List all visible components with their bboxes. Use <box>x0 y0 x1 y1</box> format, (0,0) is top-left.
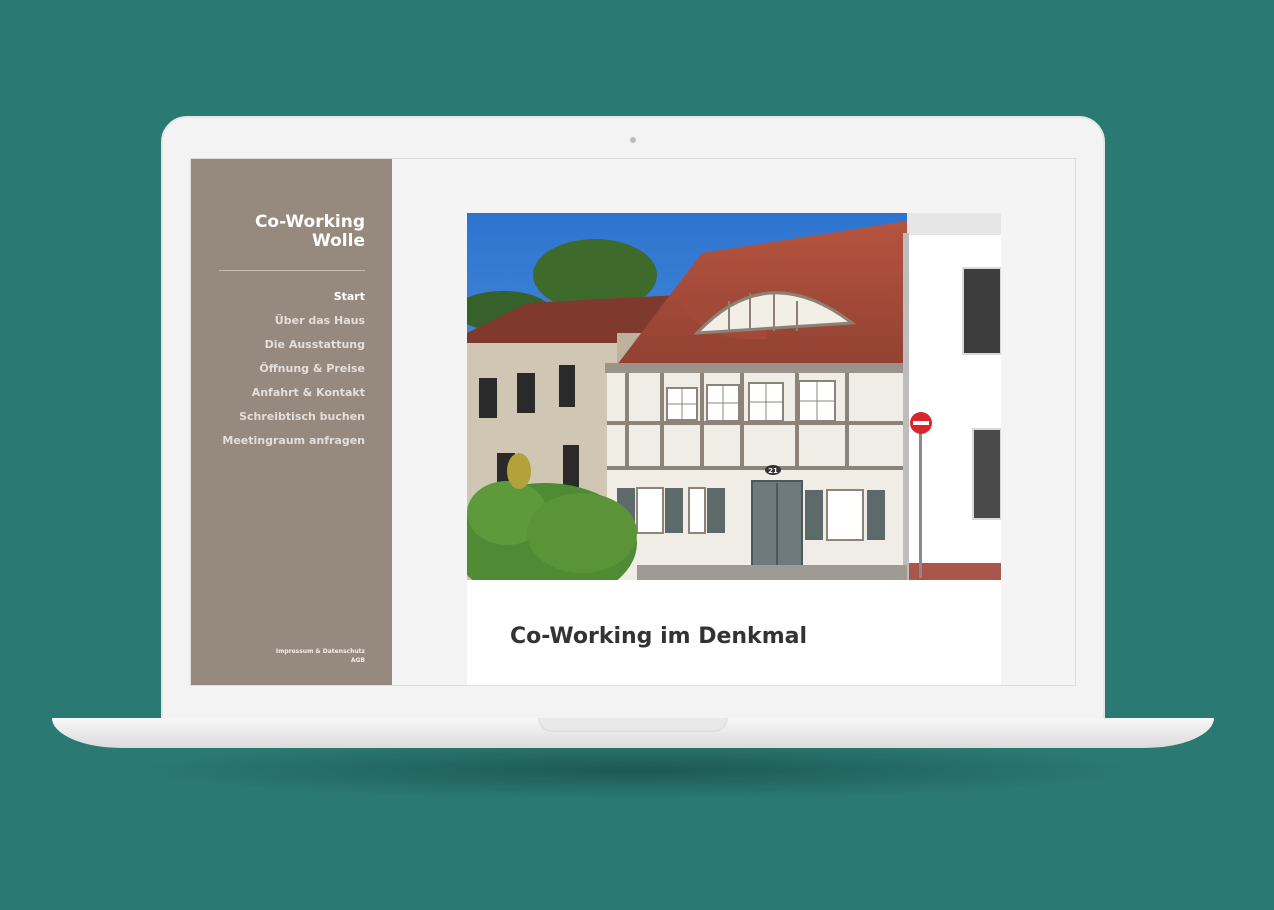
nav-item-meetingraum-anfragen[interactable]: Meetingraum anfragen <box>195 434 365 458</box>
nav-item-ausstattung[interactable]: Die Ausstattung <box>195 338 365 362</box>
footer-link-agb[interactable]: AGB <box>195 656 365 665</box>
sidebar: Co-Working Wolle Start Über das Haus Die… <box>191 159 392 685</box>
brand-line-2: Wolle <box>311 231 365 251</box>
footer-link-impressum[interactable]: Impressum & Datenschutz <box>195 647 365 656</box>
hero-image: 21 <box>467 213 1001 580</box>
laptop-shadow <box>120 740 1154 800</box>
brand-logo[interactable]: Co-Working Wolle <box>195 213 365 251</box>
website-screen: Co-Working Wolle Start Über das Haus Die… <box>190 158 1076 686</box>
sidebar-footer: Impressum & Datenschutz AGB <box>195 647 365 665</box>
nav-item-schreibtisch-buchen[interactable]: Schreibtisch buchen <box>195 410 365 434</box>
nav-item-start[interactable]: Start <box>195 290 365 314</box>
page-title: Co-Working im Denkmal <box>510 624 807 649</box>
nav-item-anfahrt-kontakt[interactable]: Anfahrt & Kontakt <box>195 386 365 410</box>
laptop-base-notch <box>538 718 728 732</box>
main-content: 21 Co-Working im Denkmal <box>467 213 1001 685</box>
camera-icon <box>630 137 636 143</box>
nav-item-oeffnung-preise[interactable]: Öffnung & Preise <box>195 362 365 386</box>
house-number: 21 <box>768 467 778 475</box>
brand-divider <box>219 270 365 271</box>
brand-line-1: Co-Working <box>254 212 365 232</box>
main-navigation: Start Über das Haus Die Ausstattung Öffn… <box>195 290 365 458</box>
nav-item-ueber-das-haus[interactable]: Über das Haus <box>195 314 365 338</box>
